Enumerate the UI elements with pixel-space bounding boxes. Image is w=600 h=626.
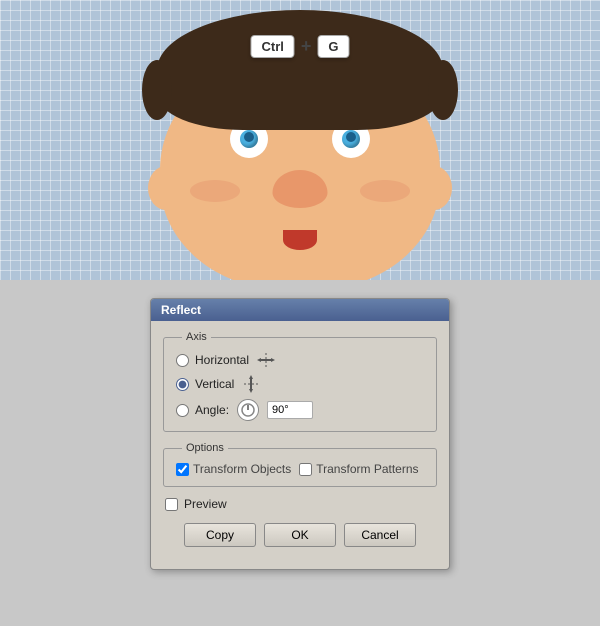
transform-objects-checkbox[interactable] xyxy=(176,463,189,476)
dialog-buttons: Copy OK Cancel xyxy=(163,523,437,559)
angle-label[interactable]: Angle: xyxy=(195,403,229,417)
character-pupil-right xyxy=(346,132,356,142)
shortcut-display: Ctrl + G xyxy=(250,35,349,58)
character-cheek-left xyxy=(190,180,240,202)
ok-button[interactable]: OK xyxy=(264,523,336,547)
canvas-area: Ctrl + G xyxy=(0,0,600,280)
cancel-button[interactable]: Cancel xyxy=(344,523,416,547)
dialog-title: Reflect xyxy=(151,299,449,321)
character-hair xyxy=(157,10,443,130)
ctrl-key-badge: Ctrl xyxy=(250,35,294,58)
transform-patterns-label[interactable]: Transform Patterns xyxy=(316,462,418,476)
character-mouth xyxy=(283,230,317,250)
dialog-body: Axis Horizontal Vertical xyxy=(151,321,449,569)
g-key-badge: G xyxy=(317,35,349,58)
preview-row: Preview xyxy=(163,497,437,511)
character-pupil-left xyxy=(244,132,254,142)
vertical-radio[interactable] xyxy=(176,378,189,391)
angle-radio[interactable] xyxy=(176,404,189,417)
horizontal-radio[interactable] xyxy=(176,354,189,367)
axis-legend: Axis xyxy=(182,331,211,343)
vertical-label[interactable]: Vertical xyxy=(195,377,234,391)
horizontal-axis-icon xyxy=(257,351,275,369)
vertical-radio-row: Vertical xyxy=(176,375,424,393)
horizontal-radio-row: Horizontal xyxy=(176,351,424,369)
angle-dial-icon xyxy=(237,399,259,421)
options-legend: Options xyxy=(182,442,228,454)
dialog-overlay: Reflect Axis Horizontal xyxy=(0,280,600,626)
character-nose xyxy=(273,170,328,208)
vertical-axis-icon xyxy=(242,375,260,393)
axis-fieldset: Axis Horizontal Vertical xyxy=(163,331,437,432)
preview-checkbox[interactable] xyxy=(165,498,178,511)
options-row: Transform Objects Transform Patterns xyxy=(176,462,424,476)
angle-row: Angle: xyxy=(176,399,424,421)
options-fieldset: Options Transform Objects Transform Patt… xyxy=(163,442,437,487)
transform-objects-label[interactable]: Transform Objects xyxy=(193,462,291,476)
plus-sign: + xyxy=(301,36,312,57)
transform-objects-option: Transform Objects xyxy=(176,462,291,476)
reflect-dialog: Reflect Axis Horizontal xyxy=(150,298,450,570)
transform-patterns-option: Transform Patterns xyxy=(299,462,418,476)
preview-label[interactable]: Preview xyxy=(184,497,227,511)
character-cheek-right xyxy=(360,180,410,202)
copy-button[interactable]: Copy xyxy=(184,523,256,547)
transform-patterns-checkbox[interactable] xyxy=(299,463,312,476)
angle-input[interactable] xyxy=(267,401,313,419)
character-illustration xyxy=(140,30,460,280)
horizontal-label[interactable]: Horizontal xyxy=(195,353,249,367)
